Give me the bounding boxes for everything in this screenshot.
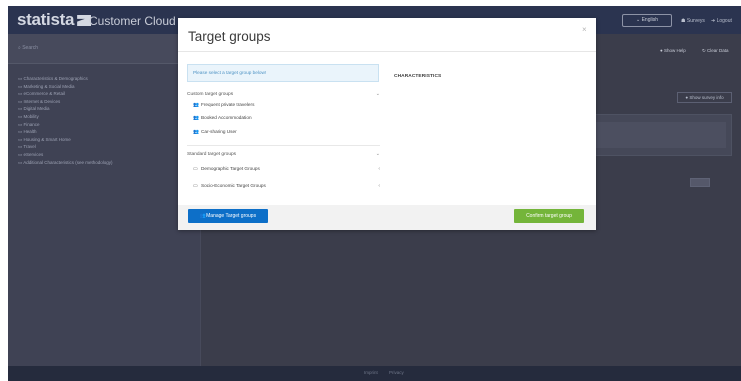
users-icon: 👥 <box>193 116 199 121</box>
custom-target-group-item[interactable]: 👥 Frequent private travelers <box>193 102 254 111</box>
chevron-down-icon: ⌄ <box>375 91 380 97</box>
folder-icon: ▭ <box>193 184 198 189</box>
imprint-link[interactable]: Imprint <box>364 370 378 375</box>
statista-logo[interactable]: statista <box>17 10 92 30</box>
sidebar-category-item[interactable]: ▭ Marketing & Social Media <box>18 83 113 91</box>
help-icon: ● <box>660 48 663 53</box>
surveys-icon: ☗ <box>681 18 686 24</box>
chevron-down-icon: ⌄ <box>375 151 380 157</box>
logout-link[interactable]: ➜ Logout <box>711 18 732 24</box>
characteristics-heading: CHARACTERISTICS <box>394 74 442 79</box>
standard-target-group-folder[interactable]: ▭ Demographic Target Groups ‹ <box>193 166 380 175</box>
section-divider <box>187 145 380 146</box>
chevron-left-icon: ‹ <box>378 166 380 172</box>
category-list: ▭ Characteristics & Demographics ▭ Market… <box>18 75 113 166</box>
search-input[interactable]: ⌕ Search <box>8 34 201 64</box>
modal-footer: 👥Manage Target groups Confirm target gro… <box>178 205 596 230</box>
refresh-icon: ↻ <box>702 48 706 53</box>
users-icon: 👥 <box>193 130 199 135</box>
sidebar-category-item[interactable]: ▭ Additional Characteristics (see method… <box>18 159 113 167</box>
sidebar: ⌕ Search ▭ Characteristics & Demographic… <box>8 34 201 366</box>
sidebar-category-item[interactable]: ▭ Characteristics & Demographics <box>18 75 113 83</box>
info-message: Please select a target group below! <box>187 64 379 82</box>
users-icon: 👥 <box>193 103 199 108</box>
sidebar-category-item[interactable]: ▭ Finance <box>18 121 113 129</box>
privacy-link[interactable]: Privacy <box>389 370 404 375</box>
manage-target-groups-button[interactable]: 👥Manage Target groups <box>188 209 268 223</box>
language-select[interactable]: ⌄ English <box>622 14 672 27</box>
footer: Imprint Privacy <box>8 366 741 381</box>
folder-icon: ▭ <box>193 167 198 172</box>
sidebar-category-item[interactable]: ▭ Internet & Devices <box>18 98 113 106</box>
info-icon: ● <box>685 95 689 100</box>
logout-icon: ➜ <box>711 18 716 24</box>
sidebar-category-item[interactable]: ▭ eServices <box>18 151 113 159</box>
modal-title: Target groups <box>188 29 271 44</box>
sidebar-category-item[interactable]: ▭ Mobility <box>18 113 113 121</box>
modal-divider <box>178 51 596 52</box>
confirm-target-group-button[interactable]: Confirm target group <box>514 209 584 223</box>
show-survey-info-button[interactable]: ● Show survey info <box>677 92 732 103</box>
results-panel-inner <box>588 122 726 148</box>
standard-target-groups-header[interactable]: Standard target groups ⌄ <box>187 151 380 162</box>
custom-target-group-item[interactable]: 👥 Booked Accommodation <box>193 115 252 124</box>
sidebar-category-item[interactable]: ▭ Digital Media <box>18 105 113 113</box>
expand-button[interactable] <box>690 178 710 187</box>
clear-data-button[interactable]: ↻ Clear Data <box>702 48 729 54</box>
show-help-button[interactable]: ● Show Help <box>660 48 686 53</box>
app-title: Customer Cloud <box>89 14 176 28</box>
sidebar-category-item[interactable]: ▭ Health <box>18 128 113 136</box>
custom-target-groups-header[interactable]: Custom target groups ⌄ <box>187 91 380 102</box>
custom-target-group-item[interactable]: 👥 Car-sharing User <box>193 129 237 138</box>
sidebar-category-item[interactable]: ▭ Travel <box>18 143 113 151</box>
search-icon: ⌕ <box>18 45 21 51</box>
sidebar-category-item[interactable]: ▭ eCommerce & Retail <box>18 90 113 98</box>
standard-target-group-folder[interactable]: ▭ Socio-Economic Target Groups ‹ <box>193 183 380 192</box>
sidebar-category-item[interactable]: ▭ Housing & Smart Home <box>18 136 113 144</box>
target-groups-modal: Target groups × Please select a target g… <box>178 18 596 230</box>
surveys-link[interactable]: ☗ Surveys <box>681 18 705 24</box>
characteristics-panel: CHARACTERISTICS <box>394 74 441 79</box>
chevron-left-icon: ‹ <box>378 183 380 189</box>
close-icon[interactable]: × <box>582 25 587 34</box>
